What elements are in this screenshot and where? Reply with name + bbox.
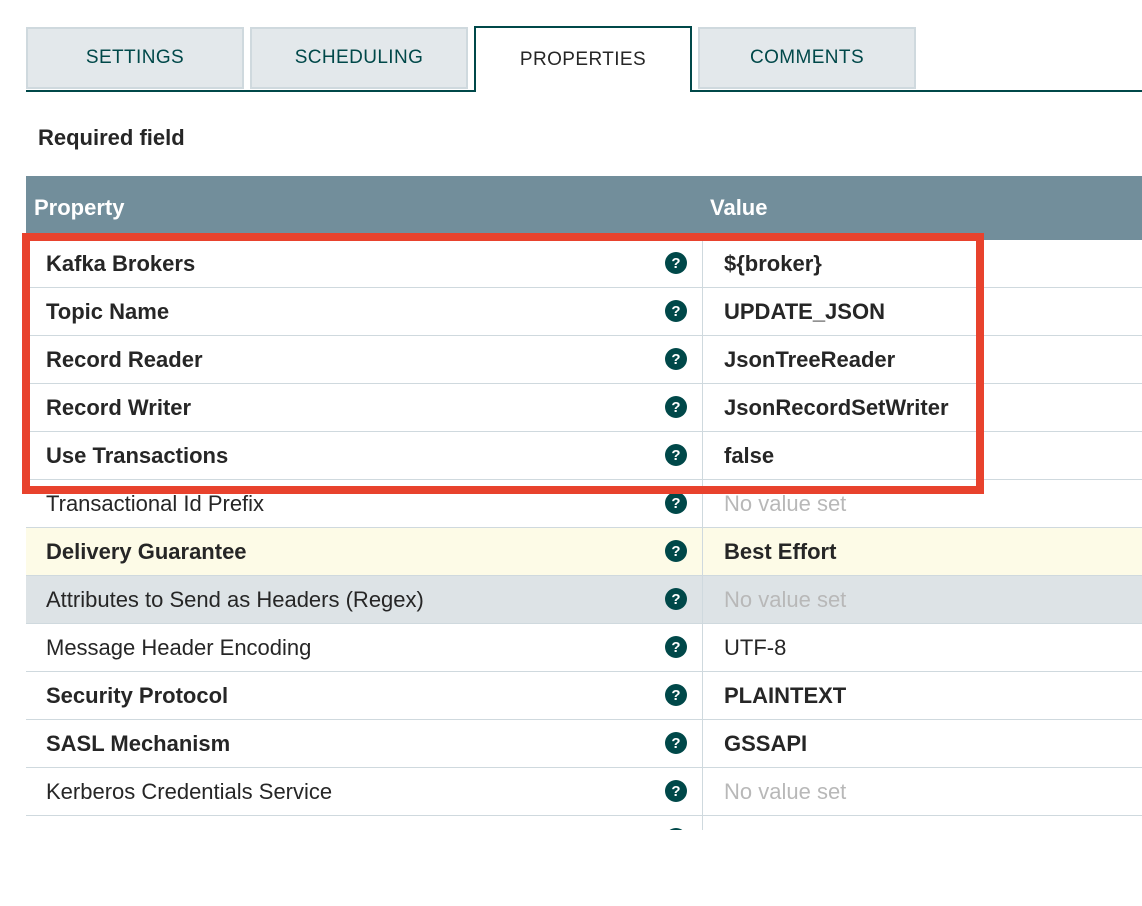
help-icon[interactable]: ?: [665, 300, 687, 322]
help-icon[interactable]: ?: [665, 636, 687, 658]
column-header-property[interactable]: Property: [34, 195, 124, 221]
property-name: Kafka Brokers: [46, 251, 196, 276]
column-divider: [702, 576, 703, 623]
property-value[interactable]: No value set: [724, 480, 846, 527]
required-field-label: Required field: [38, 125, 185, 150]
table-row-transactional-id-prefix[interactable]: Transactional Id Prefix ? No value set: [26, 480, 1142, 528]
table-row-delivery-guarantee[interactable]: Delivery Guarantee ? Best Effort: [26, 528, 1142, 576]
property-value[interactable]: No value set: [724, 816, 846, 830]
table-row-message-header-encoding[interactable]: Message Header Encoding ? UTF-8: [26, 624, 1142, 672]
property-value[interactable]: PLAINTEXT: [724, 672, 846, 719]
property-value[interactable]: No value set: [724, 576, 846, 623]
table-row-attributes-to-send-as-headers[interactable]: Attributes to Send as Headers (Regex) ? …: [26, 576, 1142, 624]
column-divider: [702, 240, 703, 287]
table-row-security-protocol[interactable]: Security Protocol ? PLAINTEXT: [26, 672, 1142, 720]
help-icon[interactable]: ?: [665, 588, 687, 610]
column-divider: [702, 624, 703, 671]
help-icon[interactable]: ?: [665, 348, 687, 370]
help-icon[interactable]: ?: [665, 780, 687, 802]
tab-bar: SETTINGS SCHEDULING PROPERTIES COMMENTS: [26, 26, 1142, 92]
property-value[interactable]: false: [724, 432, 774, 479]
property-name: Record Writer: [46, 395, 192, 420]
column-divider: [702, 672, 703, 719]
table-row-record-reader[interactable]: Record Reader ? JsonTreeReader: [26, 336, 1142, 384]
tab-comments[interactable]: COMMENTS: [698, 27, 916, 89]
column-divider: [702, 768, 703, 815]
column-divider: [702, 432, 703, 479]
column-divider: [702, 816, 703, 830]
tab-scheduling[interactable]: SCHEDULING: [250, 27, 468, 89]
property-value[interactable]: JsonTreeReader: [724, 336, 895, 383]
property-name: Use Transactions: [46, 443, 229, 468]
properties-table: Property Value Kafka Brokers ? ${broker}…: [26, 176, 1142, 830]
property-name: Security Protocol: [46, 683, 229, 708]
property-value[interactable]: UPDATE_JSON: [724, 288, 885, 335]
property-name: Kerberos Service Name: [46, 816, 280, 830]
property-name: Message Header Encoding: [46, 635, 312, 660]
property-name: Attributes to Send as Headers (Regex): [46, 587, 424, 612]
table-row-kerberos-service-name[interactable]: Kerberos Service Name ? No value set: [26, 816, 1142, 830]
help-icon[interactable]: ?: [665, 684, 687, 706]
table-row-kerberos-credentials-service[interactable]: Kerberos Credentials Service ? No value …: [26, 768, 1142, 816]
table-header: Property Value: [26, 176, 1142, 240]
help-icon[interactable]: ?: [665, 396, 687, 418]
property-value[interactable]: ${broker}: [724, 240, 822, 287]
property-value[interactable]: JsonRecordSetWriter: [724, 384, 949, 431]
property-value[interactable]: GSSAPI: [724, 720, 807, 767]
property-name: Kerberos Credentials Service: [46, 779, 333, 804]
property-name: SASL Mechanism: [46, 731, 231, 756]
tab-settings[interactable]: SETTINGS: [26, 27, 244, 89]
column-divider: [702, 336, 703, 383]
help-icon[interactable]: ?: [665, 732, 687, 754]
tab-properties[interactable]: PROPERTIES: [474, 26, 692, 92]
column-divider: [702, 288, 703, 335]
column-header-value[interactable]: Value: [710, 195, 767, 221]
property-value[interactable]: UTF-8: [724, 624, 786, 671]
help-icon[interactable]: ?: [665, 492, 687, 514]
column-divider: [702, 384, 703, 431]
property-name: Record Reader: [46, 347, 203, 372]
property-value[interactable]: No value set: [724, 768, 846, 815]
table-row-topic-name[interactable]: Topic Name ? UPDATE_JSON: [26, 288, 1142, 336]
help-icon[interactable]: ?: [665, 444, 687, 466]
property-value[interactable]: Best Effort: [724, 528, 836, 575]
table-row-kafka-brokers[interactable]: Kafka Brokers ? ${broker}: [26, 240, 1142, 288]
column-divider: [702, 720, 703, 767]
column-divider: [702, 528, 703, 575]
help-icon[interactable]: ?: [665, 540, 687, 562]
property-name: Topic Name: [46, 299, 170, 324]
column-divider: [702, 480, 703, 527]
property-name: Transactional Id Prefix: [46, 491, 265, 516]
table-row-use-transactions[interactable]: Use Transactions ? false: [26, 432, 1142, 480]
table-row-record-writer[interactable]: Record Writer ? JsonRecordSetWriter: [26, 384, 1142, 432]
help-icon[interactable]: ?: [665, 828, 687, 830]
help-icon[interactable]: ?: [665, 252, 687, 274]
table-row-sasl-mechanism[interactable]: SASL Mechanism ? GSSAPI: [26, 720, 1142, 768]
property-name: Delivery Guarantee: [46, 539, 247, 564]
